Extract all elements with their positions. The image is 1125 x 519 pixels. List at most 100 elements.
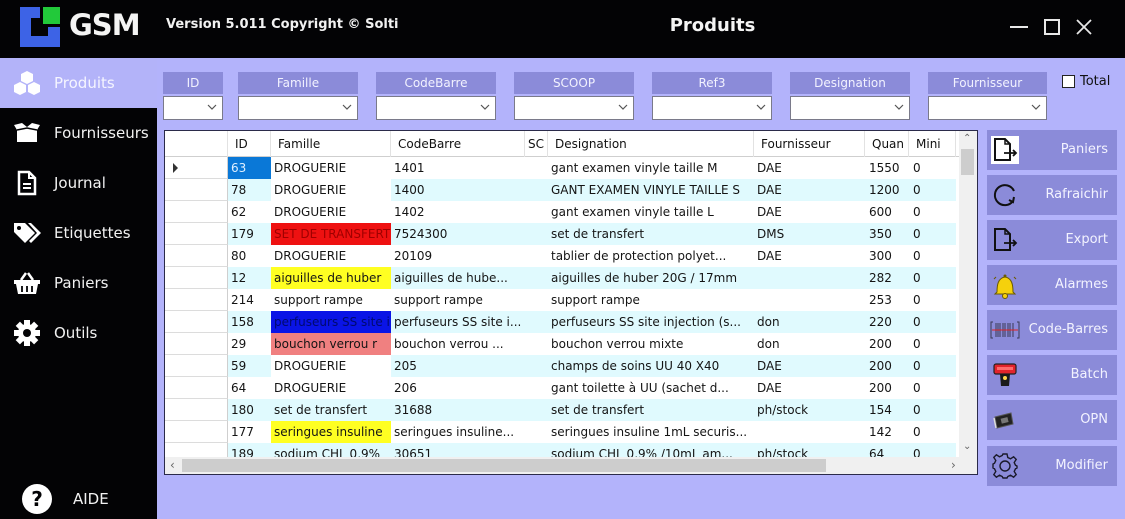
cell-quan[interactable]: 200 — [865, 333, 909, 355]
cell-fournisseur[interactable]: DMS — [754, 223, 865, 245]
paniers-button[interactable]: Paniers — [987, 130, 1117, 170]
scroll-down-icon[interactable]: ⌄ — [963, 441, 971, 452]
cell-designation[interactable]: gant toilette à UU (sachet d... — [548, 377, 754, 399]
row-header[interactable] — [165, 245, 228, 267]
cell-codebarre[interactable]: 1400 — [391, 179, 525, 201]
cell-mini[interactable]: 0 — [909, 377, 956, 399]
code-barres-button[interactable]: Code-Barres — [987, 310, 1117, 350]
cell-fournisseur[interactable] — [754, 267, 865, 289]
sidebar-item-produits[interactable]: Produits — [0, 58, 157, 108]
cell-mini[interactable]: 0 — [909, 443, 956, 457]
cell-famille[interactable]: aiguilles de huber — [271, 267, 391, 289]
cell-id[interactable]: 12 — [228, 267, 271, 289]
cell-designation[interactable]: gant examen vinyle taille L — [548, 201, 754, 223]
cell-famille[interactable]: DROGUERIE — [271, 157, 391, 179]
cell-codebarre[interactable]: 1401 — [391, 157, 525, 179]
cell-quan[interactable]: 154 — [865, 399, 909, 421]
cell-designation[interactable]: sodium CHL 0,9% /10mL am... — [548, 443, 754, 457]
row-header[interactable] — [165, 421, 228, 443]
filter-fournisseur-select[interactable] — [928, 96, 1047, 120]
cell-quan[interactable]: 142 — [865, 421, 909, 443]
filter-scoop-select[interactable] — [514, 96, 634, 120]
scrollbar-thumb[interactable] — [182, 459, 826, 472]
cell-quan[interactable]: 200 — [865, 377, 909, 399]
row-header[interactable] — [165, 333, 228, 355]
cell-quan[interactable]: 282 — [865, 267, 909, 289]
cell-quan[interactable]: 300 — [865, 245, 909, 267]
cell-designation[interactable]: aiguilles de huber 20G / 17mm — [548, 267, 754, 289]
table-row[interactable]: 12 aiguilles de huber aiguilles de hube...… — [165, 267, 959, 289]
cell-designation[interactable]: GANT EXAMEN VINYLE TAILLE S — [548, 179, 754, 201]
filter-id-select[interactable] — [163, 96, 223, 120]
cell-codebarre[interactable]: 20109 — [391, 245, 525, 267]
cell-id[interactable]: 179 — [228, 223, 271, 245]
cell-fournisseur[interactable]: DAE — [754, 245, 865, 267]
row-header[interactable] — [165, 355, 228, 377]
cell-fournisseur[interactable]: ph/stock — [754, 443, 865, 457]
scroll-up-icon[interactable]: ⌃ — [963, 133, 971, 144]
column-header-fournisseur[interactable]: Fournisseur — [754, 131, 865, 157]
cell-codebarre[interactable]: aiguilles de hube... — [391, 267, 525, 289]
cell-sc[interactable] — [525, 201, 548, 223]
batch-button[interactable]: Batch — [987, 355, 1117, 395]
cell-famille[interactable]: perfuseurs SS site i — [271, 311, 391, 333]
cell-famille[interactable]: DROGUERIE — [271, 201, 391, 223]
table-row[interactable]: 158 perfuseurs SS site i perfuseurs SS sit… — [165, 311, 959, 333]
cell-quan[interactable]: 220 — [865, 311, 909, 333]
filter-ref3-select[interactable] — [652, 96, 772, 120]
row-header[interactable] — [165, 443, 228, 457]
column-header-quan[interactable]: Quan — [865, 131, 909, 157]
cell-famille[interactable]: DROGUERIE — [271, 377, 391, 399]
table-row[interactable]: 180 set de transfert 31688 set de transfert… — [165, 399, 959, 421]
cell-quan[interactable]: 200 — [865, 355, 909, 377]
maximize-button[interactable] — [1039, 14, 1065, 40]
row-header[interactable] — [165, 311, 228, 333]
scroll-right-icon[interactable]: › — [951, 458, 956, 472]
cell-sc[interactable] — [525, 223, 548, 245]
row-header[interactable] — [165, 377, 228, 399]
row-header[interactable] — [165, 201, 228, 223]
help-button[interactable]: ? AIDE — [0, 478, 157, 519]
column-header-codebarre[interactable]: CodeBarre — [391, 131, 525, 157]
cell-designation[interactable]: champs de soins UU 40 X40 — [548, 355, 754, 377]
close-button[interactable] — [1071, 14, 1097, 40]
rafraichir-button[interactable]: Rafraichir — [987, 175, 1117, 215]
table-row[interactable]: 63 DROGUERIE 1401 gant examen vinyle taille… — [165, 157, 959, 179]
cell-fournisseur[interactable]: don — [754, 333, 865, 355]
cell-fournisseur[interactable]: DAE — [754, 179, 865, 201]
table-row[interactable]: 59 DROGUERIE 205 champs de soins UU 40 X40 D… — [165, 355, 959, 377]
cell-famille[interactable]: DROGUERIE — [271, 179, 391, 201]
cell-codebarre[interactable]: 7524300 — [391, 223, 525, 245]
cell-designation[interactable]: set de transfert — [548, 399, 754, 421]
filter-famille-select[interactable] — [238, 96, 358, 120]
row-header[interactable] — [165, 267, 228, 289]
cell-mini[interactable]: 0 — [909, 245, 956, 267]
cell-codebarre[interactable]: perfuseurs SS site i... — [391, 311, 525, 333]
cell-id[interactable]: 180 — [228, 399, 271, 421]
cell-sc[interactable] — [525, 355, 548, 377]
checkbox-box[interactable] — [1062, 75, 1075, 88]
cell-sc[interactable] — [525, 399, 548, 421]
filter-designation-select[interactable] — [790, 96, 910, 120]
cell-id[interactable]: 214 — [228, 289, 271, 311]
cell-sc[interactable] — [525, 267, 548, 289]
sidebar-item-etiquettes[interactable]: Etiquettes — [0, 208, 157, 258]
cell-fournisseur[interactable]: ph/stock — [754, 399, 865, 421]
cell-famille[interactable]: SET DE TRANSFERT — [271, 223, 391, 245]
opn-button[interactable]: OPN — [987, 400, 1117, 440]
cell-id[interactable]: 158 — [228, 311, 271, 333]
modifier-button[interactable]: Modifier — [987, 446, 1117, 486]
cell-sc[interactable] — [525, 289, 548, 311]
cell-mini[interactable]: 0 — [909, 289, 956, 311]
cell-codebarre[interactable]: bouchon verrou ... — [391, 333, 525, 355]
cell-fournisseur[interactable]: DAE — [754, 377, 865, 399]
export-button[interactable]: Export — [987, 220, 1117, 260]
cell-designation[interactable]: seringues insuline 1mL securis... — [548, 421, 754, 443]
cell-id[interactable]: 63 — [228, 157, 271, 179]
cell-sc[interactable] — [525, 157, 548, 179]
cell-quan[interactable]: 350 — [865, 223, 909, 245]
minimize-button[interactable] — [1006, 14, 1032, 40]
table-row[interactable]: 29 bouchon verrou r bouchon verrou ... bouc… — [165, 333, 959, 355]
filter-codebarre-select[interactable] — [376, 96, 496, 120]
cell-mini[interactable]: 0 — [909, 399, 956, 421]
